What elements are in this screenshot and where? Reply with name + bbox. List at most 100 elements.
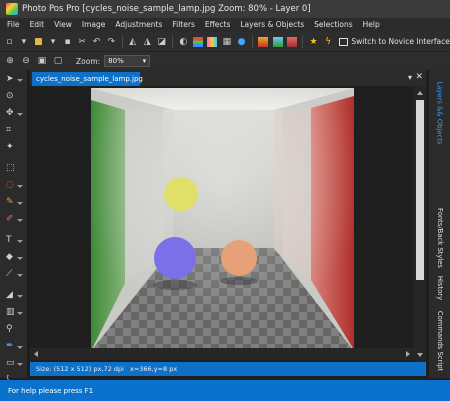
cut-icon[interactable]: ✂ [76, 35, 89, 49]
move-tool[interactable]: ✥ [0, 104, 28, 121]
landscape-icon[interactable] [271, 35, 284, 49]
vertical-scrollbar[interactable] [414, 86, 426, 362]
pen-icon: ✐ [6, 213, 14, 224]
rotate-icon[interactable]: ◪ [156, 35, 169, 49]
gradient-icon: ▥ [6, 306, 15, 317]
new-file-icon[interactable]: ▫ [3, 35, 16, 49]
tab-layers-objects-label: Layers && Objects [436, 81, 444, 145]
dropdown-arrow-icon[interactable]: ▾ [47, 35, 60, 49]
line-icon: ⟋ [6, 268, 13, 279]
text-tool[interactable]: T [0, 231, 28, 248]
menu-edit[interactable]: Edit [25, 18, 50, 32]
fill-tool[interactable]: ◢ [0, 286, 28, 303]
line-tool[interactable]: ⟋ [0, 265, 28, 282]
scroll-left-icon[interactable] [34, 351, 38, 357]
zoom-tool[interactable]: ⊙ [0, 87, 28, 104]
open-folder-icon[interactable]: ■ [32, 35, 45, 49]
toolbar-separator [172, 35, 173, 48]
tab-fonts-back-styles-label: Fonts/Back Styles [436, 208, 444, 268]
flip-horizontal-icon[interactable]: ◭ [126, 35, 139, 49]
zoom-out-icon[interactable]: ⊖ [19, 54, 33, 68]
image-info-bar: Size: (512 x 512) px,72 dpi x=366,y=8 px [30, 362, 426, 376]
image-size-text: Size: (512 x 512) px,72 dpi [36, 365, 124, 373]
eraser-tool[interactable]: ▭ [0, 354, 28, 371]
pointer-tool[interactable]: ➤ [0, 70, 28, 87]
rect-select-tool[interactable]: ⬚ [0, 159, 28, 176]
arrow-icon: ➤ [6, 73, 14, 84]
menu-selections[interactable]: Selections [309, 18, 357, 32]
status-text: For help please press F1 [8, 386, 94, 395]
canvas-area[interactable] [30, 86, 414, 362]
menu-file[interactable]: File [2, 18, 25, 32]
tab-layers-objects[interactable]: Layers && Objects [429, 74, 450, 152]
document-tab-bar: cycles_noise_sample_lamp.jpg ▾ ✕ [30, 70, 426, 86]
menu-adjustments[interactable]: Adjustments [110, 18, 167, 32]
lasso-tool[interactable]: ◌ [0, 176, 28, 193]
magic-wand-tool[interactable]: ✦ [0, 138, 28, 155]
tab-commands-script-label: Commands Script [436, 310, 445, 372]
zoom-actual-icon[interactable]: ▢ [51, 54, 65, 68]
contrast-icon[interactable]: ◐ [177, 35, 190, 49]
tab-document[interactable]: cycles_noise_sample_lamp.jpg [32, 72, 143, 86]
color-levels-icon[interactable] [192, 35, 205, 49]
shape-tool[interactable]: ◆ [0, 248, 28, 265]
toolbar-separator [121, 35, 123, 48]
scroll-up-icon[interactable] [417, 91, 423, 95]
scroll-right-icon[interactable] [406, 351, 410, 357]
menu-help[interactable]: Help [358, 18, 385, 32]
sphere-orange [221, 240, 257, 276]
tab-commands-script[interactable]: Commands Script [429, 310, 450, 372]
text-icon: T [6, 234, 12, 245]
horizontal-scrollbar[interactable] [30, 348, 414, 360]
rendered-image[interactable] [91, 88, 354, 351]
switch-novice-label: Switch to Novice Interface [351, 37, 450, 46]
close-icon[interactable]: ✕ [415, 72, 423, 82]
image-picture-icon[interactable] [257, 35, 270, 49]
brush-icon: ✎ [6, 196, 14, 207]
menu-filters[interactable]: Filters [167, 18, 199, 32]
crop-tool[interactable]: ⌗ [0, 121, 28, 138]
zoom-fit-icon[interactable]: ▣ [35, 54, 49, 68]
brush-tool[interactable]: ✎ [0, 193, 28, 210]
undo-icon[interactable]: ↶ [90, 35, 103, 49]
zoom-in-icon[interactable]: ⊕ [3, 54, 17, 68]
clone-tool[interactable]: ⚲ [0, 320, 28, 337]
color-balance-icon[interactable] [206, 35, 219, 49]
tab-menu-icon[interactable]: ▾ [408, 73, 412, 82]
magic-wand-icon: ✦ [6, 141, 14, 152]
dropper-tool[interactable]: ✒ [0, 337, 28, 354]
toolbar-separator [251, 35, 253, 48]
scroll-down-icon[interactable] [417, 353, 423, 357]
menu-layers-objects[interactable]: Layers & Objects [235, 18, 309, 32]
pen-tool[interactable]: ✐ [0, 210, 28, 227]
scroll-thumb[interactable] [416, 100, 424, 280]
flip-vertical-icon[interactable]: ◮ [141, 35, 154, 49]
lightning-icon[interactable]: ϟ [322, 35, 335, 49]
save-icon[interactable]: ▪ [61, 35, 74, 49]
selection-rectangle-icon: ⬚ [6, 162, 15, 173]
menu-view[interactable]: View [49, 18, 77, 32]
app-logo-icon [6, 3, 18, 15]
dropdown-arrow-icon[interactable]: ▾ [18, 35, 31, 49]
shapes-icon: ◆ [6, 251, 13, 262]
sphere-blue [154, 237, 196, 279]
menu-effects[interactable]: Effects [200, 18, 236, 32]
title-bar: Photo Pos Pro [cycles_noise_sample_lamp.… [0, 0, 450, 18]
grid-icon[interactable]: ▦ [221, 35, 234, 49]
tab-history[interactable]: History [429, 270, 450, 306]
zoom-select[interactable]: 80% ▾ [104, 55, 151, 67]
water-drop-icon[interactable]: ● [235, 35, 248, 49]
zoom-toolbar: ⊕ ⊖ ▣ ▢ Zoom: 80% ▾ [0, 52, 450, 70]
zoom-value: 80% [108, 57, 124, 65]
star-icon[interactable]: ★ [307, 35, 320, 49]
monitor-icon [339, 37, 349, 46]
redo-icon[interactable]: ↷ [105, 35, 118, 49]
menu-image[interactable]: Image [77, 18, 111, 32]
tab-fonts-back-styles[interactable]: Fonts/Back Styles [429, 208, 450, 268]
toolbar-separator [302, 35, 304, 48]
portrait-icon[interactable] [286, 35, 299, 49]
crop-icon: ⌗ [6, 124, 12, 135]
gradient-tool[interactable]: ▥ [0, 303, 28, 320]
switch-novice-button[interactable]: Switch to Novice Interface [339, 37, 450, 46]
sphere-yellow [164, 177, 198, 211]
